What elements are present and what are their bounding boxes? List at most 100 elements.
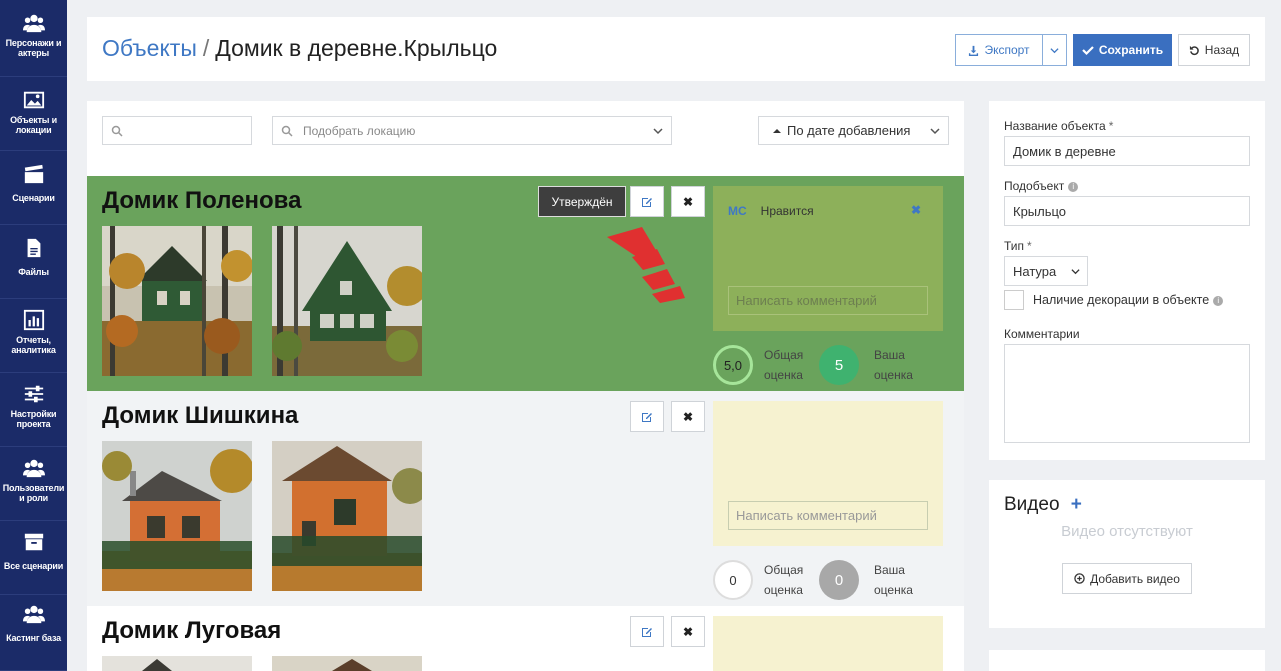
close-icon: ✖ [682,409,694,424]
add-video-label: Добавить видео [1090,571,1180,586]
add-video-button[interactable]: Добавить видео [1062,563,1192,594]
object-properties-panel: Название объекта * Домик в деревне Подобъ… [989,101,1265,460]
object-photo[interactable] [102,656,252,671]
approved-arrows-icon [607,227,685,303]
video-title: Видео + [1004,494,1082,515]
chevron-down-icon [653,128,663,135]
sidebar-item-label: Кастинг база [6,633,61,643]
plus-circle-icon [1074,573,1085,584]
save-label: Сохранить [1098,43,1164,57]
edit-button[interactable] [630,401,664,432]
subobject-label: Подобъект i [1004,179,1079,193]
location-placeholder: Подобрать локацию [303,123,416,138]
video-panel: Видео + Видео отсутствуют Добавить видео [989,480,1265,628]
sidebar-item-files[interactable]: Файлы [0,225,67,299]
image-icon [23,91,44,109]
sort-select[interactable]: По дате добавления [758,116,949,145]
sidebar-item-label: Все сценарии [3,561,64,571]
secondary-panel [989,650,1265,671]
edit-button[interactable] [630,186,664,217]
close-icon: ✖ [682,624,694,639]
type-value: Натура [1013,263,1057,279]
delete-button[interactable]: ✖ [671,186,705,217]
chevron-down-icon [1050,47,1059,53]
page-header: Объекты / Домик в деревне.Крыльцо Экспорт … [87,17,1265,81]
object-photo[interactable] [272,226,422,376]
sliders-icon [24,385,43,403]
object-title: Домик Шишкина [102,402,299,429]
sidebar-item-characters[interactable]: Персонажи и актеры [0,0,67,77]
edit-button[interactable] [630,616,664,647]
archive-icon [24,533,43,551]
back-label: Назад [1204,43,1240,57]
users-icon [22,459,45,478]
sidebar: Персонажи и актеры Объекты и локации Сце… [0,0,67,671]
edit-icon [642,197,652,207]
sidebar-item-all-scenarios[interactable]: Все сценарии [0,521,67,595]
back-button[interactable]: Назад [1178,34,1250,66]
sidebar-item-scenarios[interactable]: Сценарии [0,151,67,225]
sidebar-item-reports[interactable]: Отчеты, аналитика [0,299,67,373]
decor-label: Наличие декорации в объекте i [1033,293,1224,307]
page-title: Домик в деревне.Крыльцо [215,35,498,61]
subobject-input[interactable]: Крыльцо [1004,196,1250,226]
search-input[interactable] [102,116,252,145]
sidebar-item-label: Сценарии [12,193,55,203]
search-icon [281,125,293,137]
sidebar-item-label: Объекты и локации [10,115,57,135]
object-title: Домик Луговая [102,617,282,644]
comments-box: МС Нравится ✖ Написать комментарий [713,186,943,331]
users-icon [22,605,45,624]
comments-textarea[interactable] [1004,344,1250,443]
object-card: Домик Шишкина ✖ Написать комментарий 0 О… [87,391,964,606]
export-label: Экспорт [984,43,1030,57]
breadcrumb-link-objects[interactable]: Объекты [102,35,197,61]
decor-checkbox[interactable] [1004,290,1024,310]
chevron-down-icon [1071,269,1080,275]
object-name-input[interactable]: Домик в деревне [1004,136,1250,166]
overall-score-label: Общая оценка [764,563,804,597]
overall-score: 5,0 [713,345,753,385]
your-score[interactable]: 0 [819,560,859,600]
export-button[interactable]: Экспорт [955,34,1043,66]
info-icon: i [1213,295,1224,306]
object-name-label: Название объекта * [1004,119,1114,133]
comment-input[interactable]: Написать комментарий [728,501,928,530]
delete-button[interactable]: ✖ [671,616,705,647]
your-score[interactable]: 5 [819,345,859,385]
objects-list-panel: Подобрать локацию По дате добавления Дом… [87,101,964,671]
check-icon [1082,46,1094,56]
object-photo[interactable] [102,226,252,376]
add-video-plus-icon[interactable]: + [1071,494,1082,515]
search-icon [111,125,123,137]
info-icon: i [1068,181,1079,192]
breadcrumb-separator: / [202,35,210,61]
object-photo[interactable] [272,441,422,591]
overall-score-label: Общая оценка [764,348,804,382]
your-score-label: Ваша оценка [874,563,913,597]
sort-label: По дате добавления [787,123,911,138]
object-card: Домик Поленова Утверждён ✖ МС Нравится ✖… [87,176,964,391]
approved-status-badge[interactable]: Утверждён [538,186,626,217]
comment-input[interactable]: Написать комментарий [728,286,928,315]
location-select[interactable]: Подобрать локацию [272,116,672,145]
sidebar-item-label: Отчеты, аналитика [11,335,56,355]
sidebar-item-settings[interactable]: Настройки проекта [0,373,67,447]
save-button[interactable]: Сохранить [1073,34,1172,66]
sidebar-item-label: Пользователи и роли [2,483,65,503]
type-select[interactable]: Натура [1004,256,1088,286]
sidebar-item-objects[interactable]: Объекты и локации [0,77,67,151]
comment-text: Нравится [760,204,814,218]
users-icon [22,14,45,33]
delete-comment-button[interactable]: ✖ [911,203,921,217]
your-score-label: Ваша оценка [874,348,913,382]
delete-button[interactable]: ✖ [671,401,705,432]
object-photo[interactable] [272,656,422,671]
object-card: Домик Луговая ✖ [87,606,964,671]
object-photo[interactable] [102,441,252,591]
bar-chart-icon [23,309,44,331]
type-label: Тип * [1004,239,1032,253]
sidebar-item-users[interactable]: Пользователи и роли [0,447,67,521]
sidebar-item-casting[interactable]: Кастинг база [0,595,67,671]
export-dropdown-toggle[interactable] [1042,34,1067,66]
